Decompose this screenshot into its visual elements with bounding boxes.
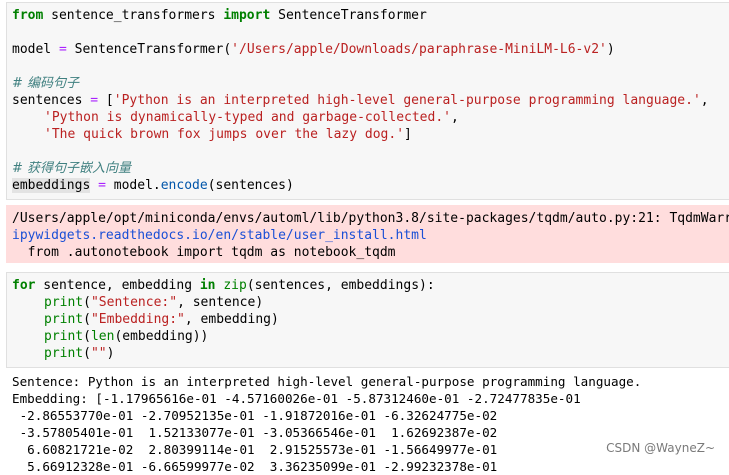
code-token: model: [12, 42, 59, 57]
code-line: print("Sentence:", sentence): [44, 294, 263, 311]
watermark: CSDN @WayneZ~: [606, 441, 715, 455]
output-line: Embedding: [-1.17965616e-01 -4.57160026e…: [12, 391, 581, 406]
operator: =: [58, 42, 67, 57]
code-token: (sentences, embeddings):: [246, 278, 435, 293]
code-token: sentences: [12, 93, 91, 108]
code-line: model = SentenceTransformer('/Users/appl…: [12, 41, 615, 58]
code-token: ]: [404, 127, 412, 142]
stderr-link[interactable]: ipywidgets.readthedocs.io/en/stable/user…: [12, 227, 427, 244]
code-line: print(""): [44, 345, 114, 362]
code-token: (: [83, 295, 91, 310]
code-line: sentences = ['Python is an interpreted h…: [12, 92, 709, 109]
output-line: -3.57805401e-01 1.52133077e-01 -3.053665…: [12, 425, 498, 440]
output-line: -2.86553770e-01 -2.70952135e-01 -1.91872…: [12, 408, 498, 423]
string-literal: 'Python is an interpreted high-level gen…: [113, 93, 701, 108]
string-literal: 'Python is dynamically-typed and garbage…: [44, 110, 451, 125]
string-literal: "Embedding:": [90, 312, 185, 327]
string-literal: 'The quick brown fox jumps over the lazy…: [44, 127, 405, 142]
code-token: (sentences): [207, 178, 294, 193]
code-token: (: [83, 329, 91, 344]
builtin-name: print: [44, 346, 84, 361]
operator: =: [90, 178, 114, 193]
code-token: ,: [700, 93, 709, 108]
code-token: ): [106, 346, 115, 361]
code-line: for sentence, embedding in zip(sentences…: [12, 277, 435, 294]
operator: =: [90, 93, 99, 108]
keyword: for: [12, 278, 36, 293]
code-line: 'The quick brown fox jumps over the lazy…: [44, 126, 412, 143]
code-token: SentenceTransformer(: [66, 42, 232, 57]
code-token: sentence, embedding: [35, 278, 200, 293]
string-literal: "": [90, 346, 107, 361]
code-line: print("Embedding:", embedding): [44, 311, 279, 328]
keyword: from: [12, 8, 44, 23]
string-literal: '/Users/apple/Downloads/paraphrase-MiniL…: [231, 42, 607, 57]
code-token: , embedding): [184, 312, 279, 327]
module-name: sentence_transformers: [43, 8, 224, 23]
code-token: (: [83, 346, 91, 361]
code-token: [: [98, 93, 114, 108]
code-token: model.: [113, 178, 161, 193]
code-line: 'Python is dynamically-typed and garbage…: [44, 109, 459, 126]
builtin-name: print: [44, 329, 84, 344]
string-literal: "Sentence:": [90, 295, 178, 310]
code-line: print(len(embedding)): [44, 328, 208, 345]
comment-line: # 获得句子嵌入向量: [12, 161, 132, 176]
code-token: (: [83, 312, 91, 327]
highlighted-token: embeddings: [12, 178, 91, 193]
method-name: encode: [160, 178, 208, 193]
code-token: ,: [451, 110, 459, 125]
builtin-name: len: [90, 329, 115, 344]
code-token: (embedding)): [114, 329, 209, 344]
stderr-line: /Users/apple/opt/miniconda/envs/automl/l…: [12, 211, 729, 226]
code-token: , sentence): [177, 295, 264, 310]
stderr-line: from .autonotebook import tqdm as notebo…: [12, 245, 396, 260]
builtin-name: print: [44, 295, 84, 310]
keyword: import: [223, 8, 271, 23]
keyword: in: [199, 278, 216, 293]
output-line: 6.60821721e-02 2.80399114e-01 2.91525573…: [12, 442, 498, 457]
class-name: SentenceTransformer: [270, 8, 427, 23]
output-line: 5.66912328e-01 -6.66599977e-02 3.3623509…: [12, 459, 498, 474]
builtin-name: zip: [223, 278, 247, 293]
code-line: embeddings = model.encode(sentences): [12, 177, 294, 194]
output-line: Sentence: Python is an interpreted high-…: [12, 374, 642, 389]
code-token: ): [606, 42, 615, 57]
code-line: from sentence_transformers import Senten…: [12, 7, 427, 24]
comment-line: # 编码句子: [12, 76, 80, 91]
builtin-name: print: [44, 312, 84, 327]
